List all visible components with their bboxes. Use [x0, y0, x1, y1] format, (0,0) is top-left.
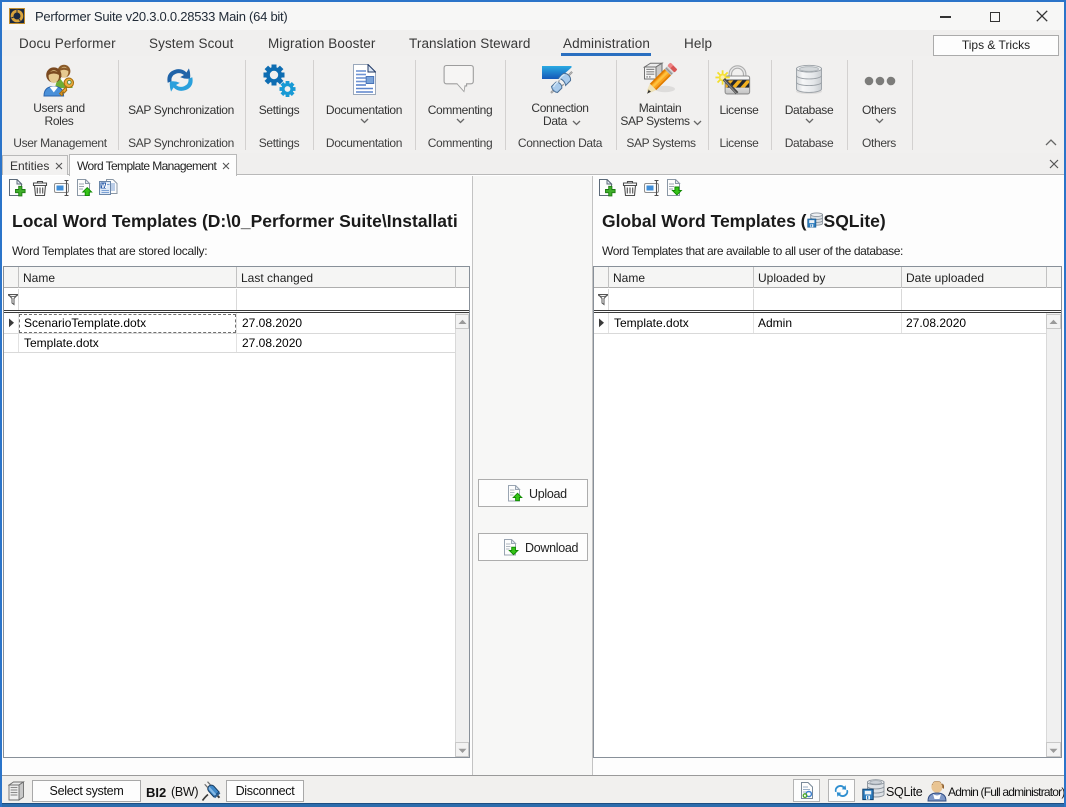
svg-text:W: W: [101, 183, 108, 190]
